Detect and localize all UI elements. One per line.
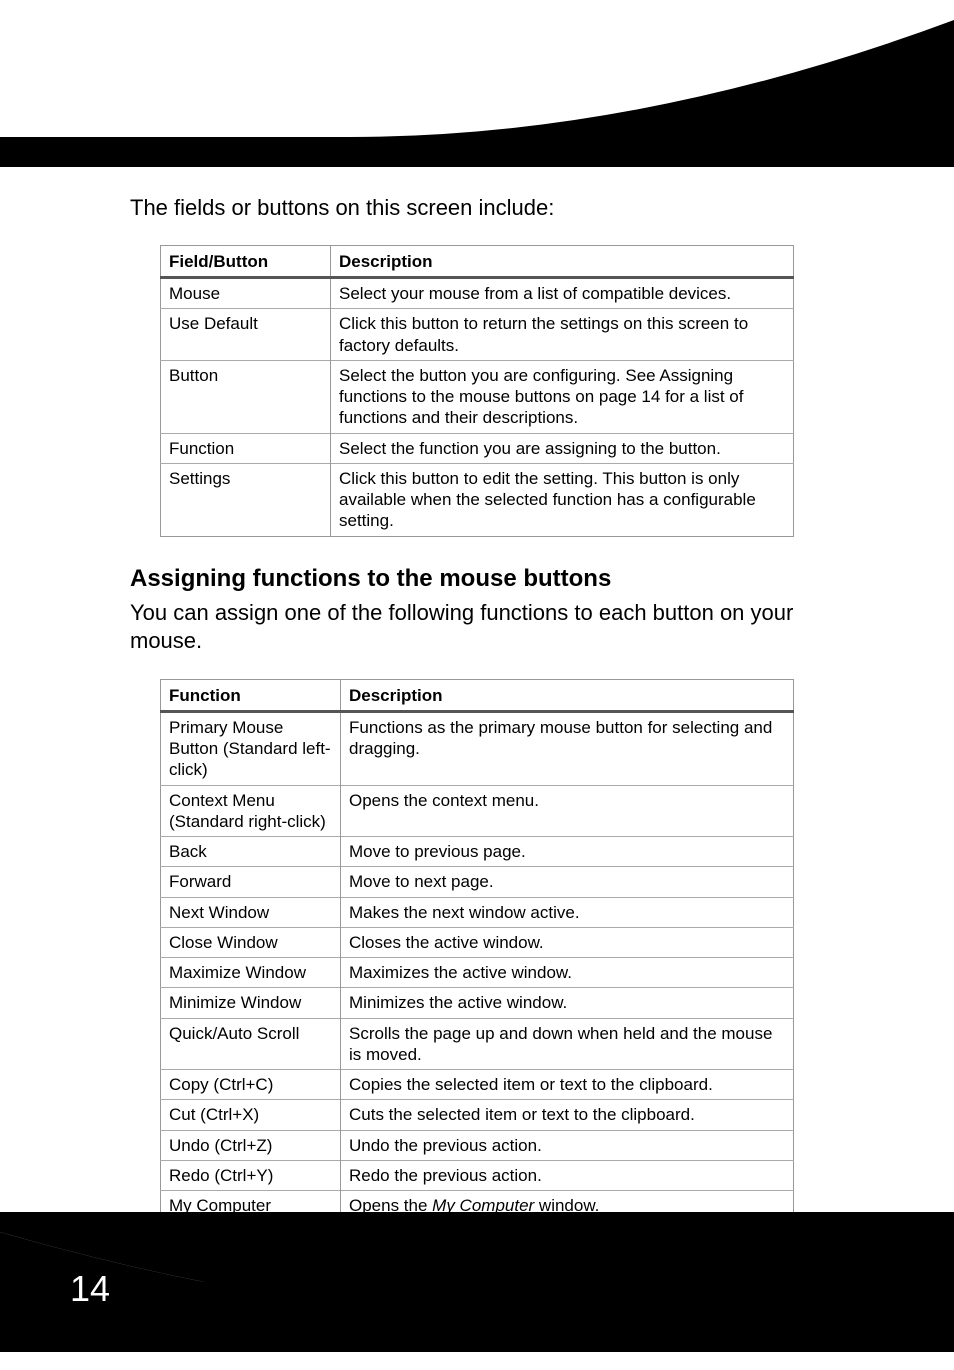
table-header-row: Function Description — [161, 679, 794, 711]
page-content: The fields or buttons on this screen inc… — [130, 195, 824, 1370]
desc-cell: Minimizes the active window. — [341, 988, 794, 1018]
desc-cell: Redo the previous action. — [341, 1160, 794, 1190]
desc-cell: Select your mouse from a list of compati… — [331, 278, 794, 309]
desc-cell: Move to previous page. — [341, 837, 794, 867]
page-number: 14 — [70, 1268, 110, 1310]
desc-cell: Cuts the selected item or text to the cl… — [341, 1100, 794, 1130]
table-row: Use Default Click this button to return … — [161, 309, 794, 361]
desc-cell: Scrolls the page up and down when held a… — [341, 1018, 794, 1070]
desc-cell: Makes the next window active. — [341, 897, 794, 927]
table-header-row: Field/Button Description — [161, 246, 794, 278]
table-row: Function Select the function you are ass… — [161, 433, 794, 463]
fields-buttons-table: Field/Button Description Mouse Select yo… — [160, 245, 794, 537]
table-row: Minimize Window Minimizes the active win… — [161, 988, 794, 1018]
field-cell: Maximize Window — [161, 958, 341, 988]
field-cell: Primary Mouse Button (Standard left-clic… — [161, 711, 341, 785]
field-cell: Close Window — [161, 927, 341, 957]
table-row: Next Window Makes the next window active… — [161, 897, 794, 927]
desc-cell: Functions as the primary mouse button fo… — [341, 711, 794, 785]
desc-cell: Copies the selected item or text to the … — [341, 1070, 794, 1100]
table-row: Mouse Select your mouse from a list of c… — [161, 278, 794, 309]
field-cell: Redo (Ctrl+Y) — [161, 1160, 341, 1190]
table-row: Forward Move to next page. — [161, 867, 794, 897]
desc-cell: Undo the previous action. — [341, 1130, 794, 1160]
table-row: Context Menu (Standard right-click) Open… — [161, 785, 794, 837]
field-cell: Mouse — [161, 278, 331, 309]
field-cell: Quick/Auto Scroll — [161, 1018, 341, 1070]
table-row: Button Select the button you are configu… — [161, 360, 794, 433]
table-header-function: Function — [161, 679, 341, 711]
field-cell: Button — [161, 360, 331, 433]
desc-cell: Click this button to return the settings… — [331, 309, 794, 361]
desc-cell: Move to next page. — [341, 867, 794, 897]
field-cell: Copy (Ctrl+C) — [161, 1070, 341, 1100]
table-row: Close Window Closes the active window. — [161, 927, 794, 957]
desc-cell: Select the function you are assigning to… — [331, 433, 794, 463]
fields-buttons-table-wrapper: Field/Button Description Mouse Select yo… — [160, 245, 794, 537]
field-cell: Next Window — [161, 897, 341, 927]
field-cell: Context Menu (Standard right-click) — [161, 785, 341, 837]
table-row: Back Move to previous page. — [161, 837, 794, 867]
header-swoosh — [0, 0, 954, 167]
field-cell: Use Default — [161, 309, 331, 361]
intro-text: The fields or buttons on this screen inc… — [130, 195, 824, 221]
field-cell: Cut (Ctrl+X) — [161, 1100, 341, 1130]
table-header-description: Description — [331, 246, 794, 278]
desc-cell: Maximizes the active window. — [341, 958, 794, 988]
table-row: Copy (Ctrl+C) Copies the selected item o… — [161, 1070, 794, 1100]
desc-cell: Click this button to edit the setting. T… — [331, 463, 794, 536]
field-cell: Minimize Window — [161, 988, 341, 1018]
desc-cell: Select the button you are configuring. S… — [331, 360, 794, 433]
footer-swoosh — [0, 1212, 954, 1352]
table-row: Settings Click this button to edit the s… — [161, 463, 794, 536]
table-row: Undo (Ctrl+Z) Undo the previous action. — [161, 1130, 794, 1160]
table-row: Redo (Ctrl+Y) Redo the previous action. — [161, 1160, 794, 1190]
table-row: Maximize Window Maximizes the active win… — [161, 958, 794, 988]
table-header-description: Description — [341, 679, 794, 711]
table-row: Quick/Auto Scroll Scrolls the page up an… — [161, 1018, 794, 1070]
field-cell: Back — [161, 837, 341, 867]
field-cell: Forward — [161, 867, 341, 897]
table-row: Cut (Ctrl+X) Cuts the selected item or t… — [161, 1100, 794, 1130]
field-cell: Function — [161, 433, 331, 463]
desc-cell: Opens the context menu. — [341, 785, 794, 837]
table-row: Primary Mouse Button (Standard left-clic… — [161, 711, 794, 785]
table-header-field: Field/Button — [161, 246, 331, 278]
field-cell: Settings — [161, 463, 331, 536]
section-heading: Assigning functions to the mouse buttons — [130, 565, 824, 593]
desc-cell: Closes the active window. — [341, 927, 794, 957]
field-cell: Undo (Ctrl+Z) — [161, 1130, 341, 1160]
section-text: You can assign one of the following func… — [130, 599, 824, 655]
